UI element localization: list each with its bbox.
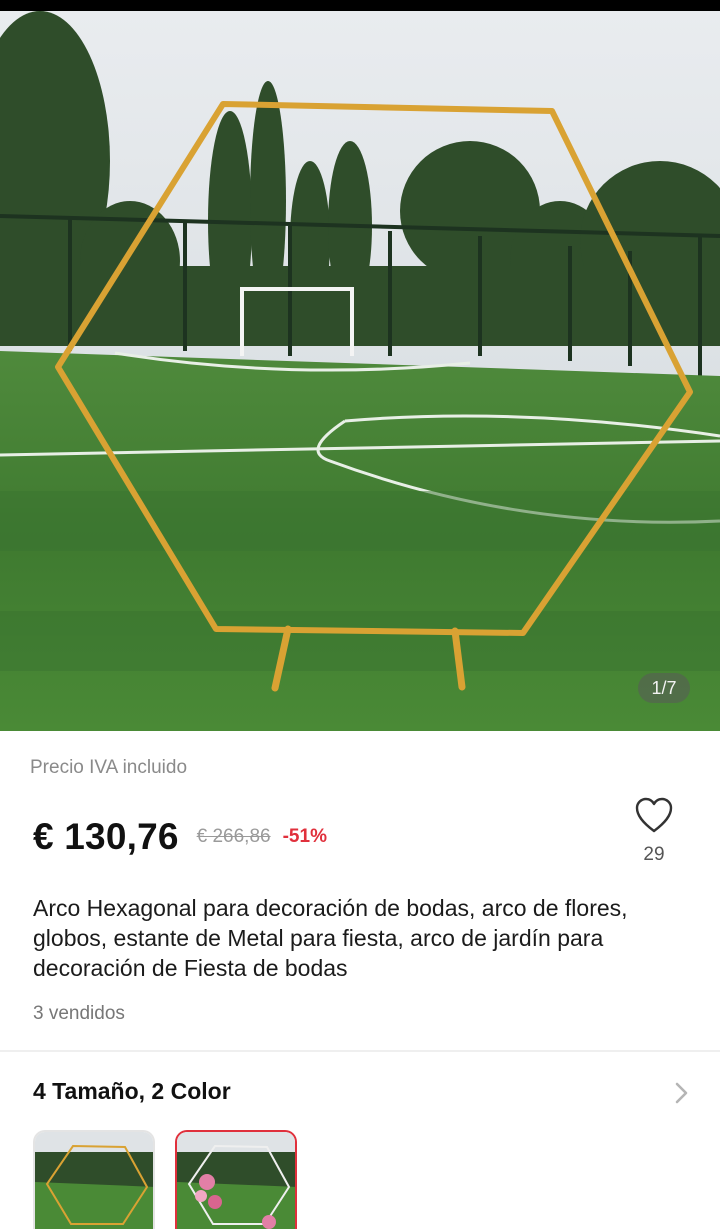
wishlist-button[interactable]: 29	[628, 796, 680, 866]
discount-badge: -51%	[282, 826, 327, 847]
current-price: € 130,76	[33, 816, 179, 857]
image-counter: 1/7	[638, 673, 690, 703]
wishlist-count: 29	[643, 844, 665, 865]
heart-outline-icon	[635, 797, 673, 833]
sold-count: 3 vendidos	[33, 1003, 125, 1024]
variant-thumbnail-selected[interactable]	[175, 1130, 297, 1229]
variant-thumbnail[interactable]	[33, 1130, 155, 1229]
product-title: Arco Hexagonal para decoración de bodas,…	[33, 895, 628, 981]
product-image-gallery[interactable]: 1/7	[0, 11, 720, 731]
variant-image	[35, 1132, 153, 1229]
divider	[0, 1050, 720, 1052]
status-bar	[0, 0, 720, 11]
chevron-right-icon	[675, 1082, 688, 1104]
product-photo	[0, 11, 720, 731]
variant-selector-row[interactable]: 4 Tamaño, 2 Color	[0, 1068, 720, 1120]
variant-image	[177, 1132, 295, 1229]
tax-note: Precio IVA incluido	[30, 757, 188, 778]
original-price: € 266,86	[196, 826, 271, 847]
variant-thumbnails	[33, 1130, 297, 1229]
price-row: € 130,76 € 266,86 -51%	[33, 812, 327, 862]
variant-summary: 4 Tamaño, 2 Color	[33, 1078, 231, 1104]
